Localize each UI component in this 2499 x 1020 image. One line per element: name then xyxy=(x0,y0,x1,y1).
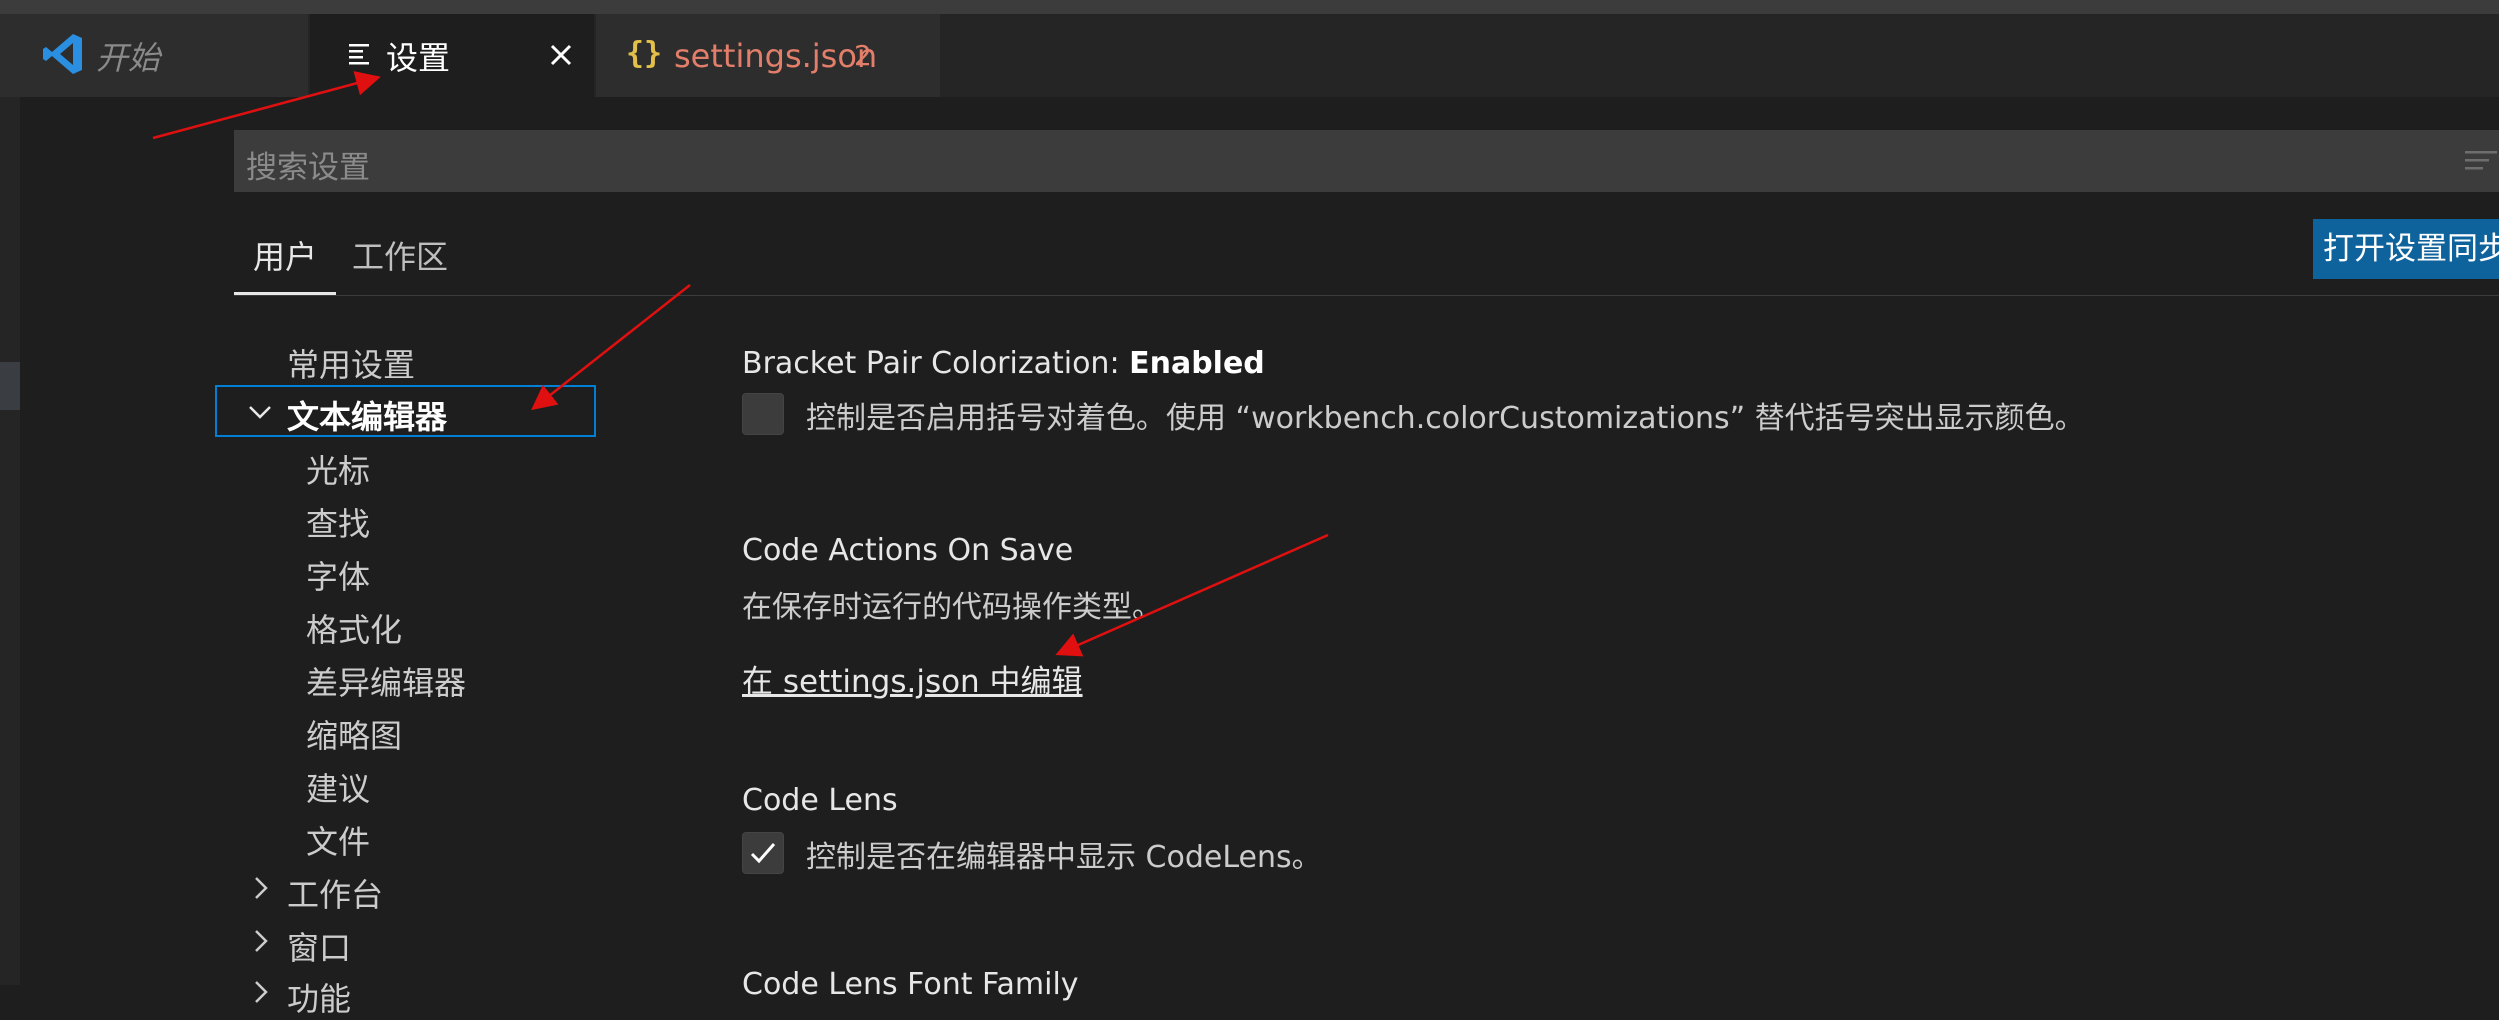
search-placeholder: 搜索设置 xyxy=(246,150,370,186)
side-gutter xyxy=(0,97,20,985)
vscode-logo-icon xyxy=(43,34,82,74)
toc-diff-editor[interactable]: 差异编辑器 xyxy=(306,658,466,704)
problem-count-badge: 2 xyxy=(854,39,872,72)
toc-files[interactable]: 文件 xyxy=(306,817,370,863)
close-icon[interactable] xyxy=(546,40,576,70)
setting-title-code-actions: Code Actions On Save xyxy=(742,533,1074,568)
toc-font[interactable]: 字体 xyxy=(306,552,370,598)
setting-desc-code-actions: 在保存时运行的代码操作类型。 xyxy=(742,590,1162,625)
filter-icon[interactable] xyxy=(2465,148,2499,176)
search-settings-input[interactable]: 搜索设置 xyxy=(234,130,2499,192)
setting-title-code-lens: Code Lens xyxy=(742,783,898,818)
chevron-right-icon[interactable] xyxy=(248,875,274,901)
scope-divider xyxy=(234,295,2499,296)
toc-suggestions[interactable]: 建议 xyxy=(306,764,370,810)
toc-find[interactable]: 查找 xyxy=(306,499,370,545)
json-braces-icon: {} xyxy=(626,36,663,71)
editor-tab-bar: 开始 设置 {} settings.json 2 xyxy=(0,14,2499,97)
code-lens-checkbox[interactable] xyxy=(742,832,784,874)
setting-desc-code-lens: 控制是否在编辑器中显示 CodeLens。 xyxy=(806,840,1322,875)
tab-label: 开始 xyxy=(96,38,161,77)
title-strip xyxy=(0,0,2499,14)
chevron-right-icon[interactable] xyxy=(248,928,274,954)
bracket-pair-checkbox[interactable] xyxy=(742,393,784,435)
toc-common-settings[interactable]: 常用设置 xyxy=(287,340,415,386)
tab-label: 设置 xyxy=(386,38,451,77)
toc-formatting[interactable]: 格式化 xyxy=(306,605,402,651)
tab-start[interactable]: 开始 xyxy=(0,14,308,97)
edit-in-settings-json-link[interactable]: 在 settings.json 中编辑 xyxy=(742,656,1083,701)
toc-cursor[interactable]: 光标 xyxy=(306,446,370,492)
toc-minimap[interactable]: 缩略图 xyxy=(306,711,402,757)
setting-title-strong: Enabled xyxy=(1129,346,1265,381)
chevron-down-icon xyxy=(249,406,271,419)
toc-window[interactable]: 窗口 xyxy=(287,923,351,969)
toc-features[interactable]: 功能 xyxy=(287,974,351,1020)
setting-title-bracket-pair: Bracket Pair Colorization: Enabled xyxy=(742,346,1265,381)
checkmark-icon xyxy=(750,843,776,864)
setting-desc-bracket-pair: 控制是否启用括号对着色。使用 “workbench.colorCustomiza… xyxy=(806,401,2085,436)
setting-title-prefix: Bracket Pair Colorization: xyxy=(742,346,1130,381)
gutter-highlight xyxy=(0,362,20,410)
scope-tab-user[interactable]: 用户 xyxy=(253,232,317,278)
settings-lines-icon xyxy=(349,44,369,65)
toc-workbench[interactable]: 工作台 xyxy=(287,870,383,916)
tab-settings-json[interactable]: {} settings.json 2 xyxy=(596,14,940,97)
chevron-right-icon[interactable] xyxy=(248,979,274,1005)
toc-text-editor-label: 文本编辑器 xyxy=(287,398,448,436)
scope-tab-workspace[interactable]: 工作区 xyxy=(352,232,448,278)
open-settings-sync-button[interactable]: 打开设置同步 xyxy=(2313,219,2499,279)
tab-settings[interactable]: 设置 xyxy=(310,14,594,97)
toc-text-editor[interactable]: 文本编辑器 xyxy=(215,385,596,437)
tab-label: settings.json xyxy=(674,36,878,75)
